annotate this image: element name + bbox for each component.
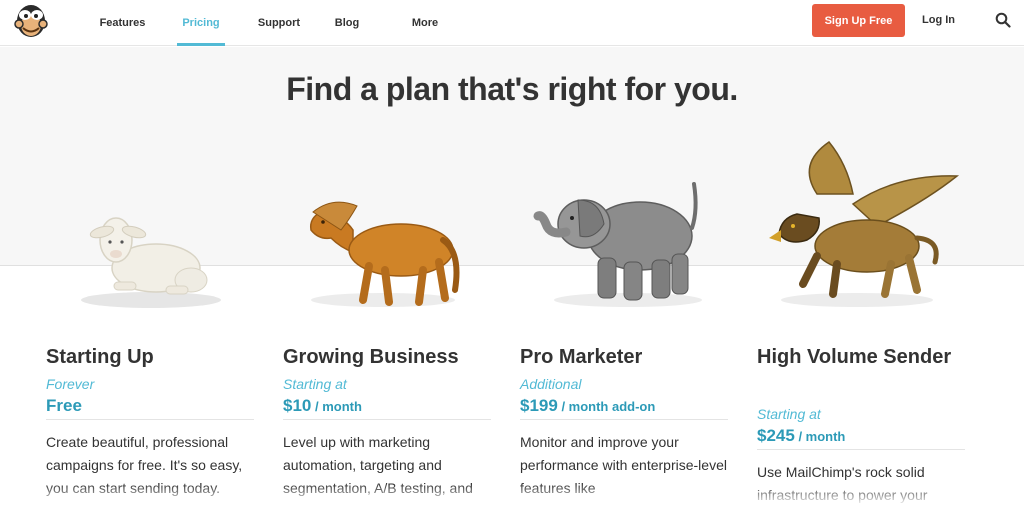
nav-support[interactable]: Support	[249, 0, 309, 46]
main-nav: Features Pricing Support Blog More	[80, 0, 445, 46]
plan-subtitle: Starting at	[283, 376, 347, 392]
plan-price-unit: / month	[311, 399, 362, 414]
plan-price-unit: / month	[794, 429, 846, 444]
plan-price-unit: / month add-on	[557, 399, 656, 414]
plan-price-amount: Free	[46, 396, 82, 415]
nav-features[interactable]: Features	[80, 0, 165, 46]
plan-subtitle: Starting at	[757, 406, 821, 422]
search-icon[interactable]	[995, 12, 1011, 28]
plan-price: Free	[46, 396, 254, 420]
sign-up-button[interactable]: Sign Up Free	[812, 4, 905, 37]
plan-price-amount: $245	[757, 426, 795, 445]
nav-more[interactable]: More	[405, 0, 445, 46]
plan-subtitle: Forever	[46, 376, 95, 392]
plan-price: $245 / month	[757, 426, 965, 450]
plan-name: Pro Marketer	[520, 346, 643, 368]
plan-price-amount: $10	[283, 396, 312, 415]
plan-name: Starting Up	[46, 346, 154, 368]
plan-price: $10 / month	[283, 396, 491, 420]
elephant-figurine-image	[533, 182, 702, 307]
page-title: Find a plan that's right for you.	[286, 71, 738, 107]
plan-price-amount: $199	[520, 396, 558, 415]
griffin-figurine-image	[769, 140, 960, 307]
plan-name: High Volume Sender	[757, 346, 952, 368]
nav-blog[interactable]: Blog	[327, 0, 367, 46]
bottom-fade	[0, 484, 1024, 506]
lamb-figurine-image	[81, 217, 221, 308]
horse-figurine-image	[309, 201, 460, 307]
log-in-link[interactable]: Log In	[922, 0, 955, 40]
freddie-chimp-logo-icon[interactable]	[14, 4, 48, 40]
plan-subtitle: Additional	[520, 376, 582, 392]
nav-pricing[interactable]: Pricing	[177, 0, 225, 46]
plan-name: Growing Business	[283, 346, 459, 368]
plan-price: $199 / month add-on	[520, 396, 728, 420]
site-header: Features Pricing Support Blog More Sign …	[0, 0, 1024, 46]
